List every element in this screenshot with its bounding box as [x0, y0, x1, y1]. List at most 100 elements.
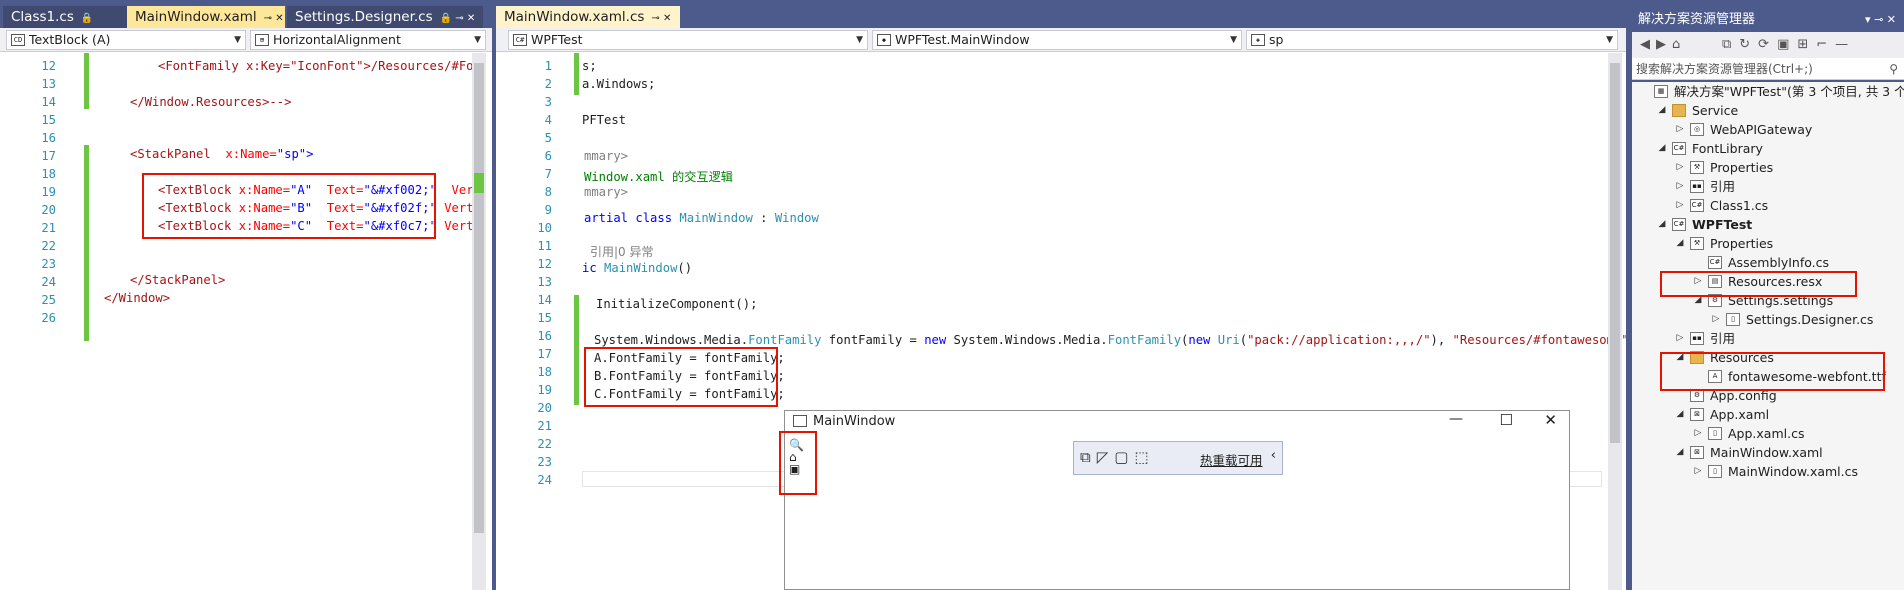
line-number: 15 [41, 113, 56, 127]
solution-explorer-title: 解决方案资源管理器 ▾ ⊸ ✕ [1632, 8, 1904, 32]
line-number: 8 [544, 185, 552, 199]
solution-search-input[interactable]: 搜索解决方案资源管理器(Ctrl+;) ⚲ [1632, 58, 1904, 80]
tree-expander-icon[interactable]: ▷ [1692, 424, 1704, 443]
tab-class1[interactable]: Class1.cs 🔒 [3, 6, 127, 28]
cs-line-6: mmary> [584, 149, 629, 163]
member-dropdown[interactable]: ⊞ HorizontalAlignment ▼ [250, 30, 486, 50]
tree-item[interactable]: ◢ ⚒ Properties [1632, 234, 1904, 253]
type-dropdown[interactable]: ◆ WPFTest.MainWindow ▼ [872, 30, 1242, 50]
back-forward-home-icons[interactable]: ◀▶⌂ [1640, 37, 1686, 52]
line-number: 10 [537, 221, 552, 235]
hot-reload-status[interactable]: 热重载可用 [1200, 450, 1263, 469]
line-number: 23 [537, 455, 552, 469]
line-number: 16 [537, 329, 552, 343]
tree-item[interactable]: ◢ ⊠ MainWindow.xaml [1632, 443, 1904, 462]
cs-line-2: a.Windows; [582, 77, 656, 91]
cs-tab-bar: MainWindow.xaml.cs ⊸ ✕ [496, 0, 1626, 28]
project-icon: C# [513, 34, 527, 46]
line-number: 23 [41, 257, 56, 271]
tree-item[interactable]: ◢ ⊠ App.xaml [1632, 405, 1904, 424]
line-number: 18 [41, 167, 56, 181]
minimize-button[interactable]: — [1449, 411, 1463, 427]
cs-icon: C# [1672, 218, 1686, 231]
xaml-tab-bar: Class1.cs 🔒 MainWindow.xaml ⊸ ✕ Settings.D… [0, 0, 492, 28]
runtime-tool-icons[interactable]: ⧉◸▢⬚ [1080, 448, 1155, 466]
project-dropdown[interactable]: C# WPFTest ▼ [508, 30, 868, 50]
highlight-fontfamily-assign [584, 347, 778, 407]
pin-close-icon[interactable]: ⊸ ✕ [651, 13, 671, 24]
line-number: 16 [41, 131, 56, 145]
collapse-chevron-icon[interactable]: ‹ [1271, 448, 1276, 463]
line-number: 19 [537, 383, 552, 397]
line-number: 7 [544, 167, 552, 181]
tree-item[interactable]: ▷ ▯ Settings.Designer.cs [1632, 310, 1904, 329]
tree-item[interactable]: ▷ C# Class1.cs [1632, 196, 1904, 215]
xaml-code-area[interactable]: <FontFamily x:Key="IconFont">/Resources/… [0, 53, 492, 590]
scroll-thumb[interactable] [474, 63, 484, 533]
csfile-icon: C# [1690, 199, 1704, 212]
tree-item[interactable]: ◢ C# WPFTest [1632, 215, 1904, 234]
tree-expander-icon[interactable]: ◢ [1674, 234, 1686, 253]
tree-item[interactable]: ▷ ▪▪ 引用 [1632, 329, 1904, 348]
scroll-thumb[interactable] [1610, 63, 1620, 443]
mainwindow-title: MainWindow [813, 414, 896, 429]
tree-expander-icon[interactable]: ▷ [1674, 158, 1686, 177]
tree-expander-icon[interactable]: ▷ [1710, 310, 1722, 329]
tree-expander-icon[interactable]: ◢ [1656, 215, 1668, 234]
change-bar [574, 53, 579, 95]
tree-expander-icon[interactable]: ▷ [1674, 120, 1686, 139]
code-line-25: </Window> [104, 291, 171, 305]
class-icon: ◆ [877, 34, 891, 46]
tree-item-label: MainWindow.xaml [1710, 445, 1823, 460]
tree-expander-icon[interactable]: ◢ [1674, 443, 1686, 462]
tree-expander-icon[interactable]: ◢ [1656, 101, 1668, 120]
codelens-references[interactable]: 引用|0 异常 [590, 243, 654, 260]
pin-close-icon[interactable]: ⊸ ✕ [264, 13, 284, 24]
tree-item[interactable]: ◢ Service [1632, 101, 1904, 120]
chevron-down-icon: ▼ [234, 35, 241, 45]
member-dropdown-cs[interactable]: ◈ sp ▼ [1246, 30, 1618, 50]
cs-vertical-scrollbar[interactable] [1608, 53, 1622, 590]
chevron-down-icon: ▼ [1606, 35, 1613, 45]
cs-nav-bar: C# WPFTest ▼ ◆ WPFTest.MainWindow ▼ ◈ sp ▼ [496, 28, 1626, 52]
tree-expander-icon[interactable]: ◢ [1656, 139, 1668, 158]
element-icon: CD [11, 34, 25, 46]
tree-item[interactable]: ▦ 解决方案"WPFTest"(第 3 个项目, 共 3 个) [1632, 82, 1904, 101]
lock-pin-close-icon[interactable]: 🔒 ⊸ ✕ [440, 13, 476, 24]
close-button[interactable]: ✕ [1544, 411, 1557, 429]
tree-expander-icon[interactable]: ◢ [1674, 405, 1686, 424]
tree-expander-icon[interactable]: ▷ [1674, 177, 1686, 196]
tree-item[interactable]: ▷ ▯ MainWindow.xaml.cs [1632, 462, 1904, 481]
tree-expander-icon[interactable]: ▷ [1692, 462, 1704, 481]
tree-item[interactable]: ▷ ◎ WebAPIGateway [1632, 120, 1904, 139]
toolbar-tool-icons[interactable]: ⧉↻⟳▣⊞⌐— [1722, 37, 1856, 52]
line-number: 3 [544, 95, 552, 109]
solution-toolbar: ◀▶⌂ ⧉↻⟳▣⊞⌐— [1632, 32, 1904, 58]
tree-item-label: App.xaml [1710, 407, 1770, 422]
line-number: 4 [544, 113, 552, 127]
property-icon: ⊞ [255, 34, 269, 46]
element-dropdown[interactable]: CD TextBlock (A) ▼ [6, 30, 246, 50]
tree-item[interactable]: ▷ ▪▪ 引用 [1632, 177, 1904, 196]
tab-mainwindow-xaml-cs[interactable]: MainWindow.xaml.cs ⊸ ✕ [496, 6, 680, 28]
tree-item[interactable]: ▷ ▯ App.xaml.cs [1632, 424, 1904, 443]
line-number: 22 [537, 437, 552, 451]
line-number: 19 [41, 185, 56, 199]
tree-item-label: FontLibrary [1692, 141, 1763, 156]
maximize-button[interactable]: ☐ [1500, 411, 1513, 429]
tree-expander-icon[interactable]: ▷ [1674, 329, 1686, 348]
tree-item-label: 解决方案"WPFTest"(第 3 个项目, 共 3 个) [1674, 84, 1904, 99]
tab-settings-designer[interactable]: Settings.Designer.cs 🔒 ⊸ ✕ [287, 6, 483, 28]
line-number: 15 [537, 311, 552, 325]
tree-item[interactable]: ▷ ⚒ Properties [1632, 158, 1904, 177]
cs-line-4: PFTest [582, 113, 627, 127]
tree-item[interactable]: ◢ C# FontLibrary [1632, 139, 1904, 158]
tree-item[interactable]: C# AssemblyInfo.cs [1632, 253, 1904, 272]
tree-expander-icon[interactable]: ▷ [1674, 196, 1686, 215]
change-bar [84, 145, 89, 341]
window-controls-icon[interactable]: ▾ ⊸ ✕ [1865, 8, 1896, 32]
tab-mainwindow-xaml[interactable]: MainWindow.xaml ⊸ ✕ [127, 6, 285, 28]
line-number: 13 [537, 275, 552, 289]
xaml-vertical-scrollbar[interactable] [472, 53, 486, 590]
tree-item-label: Settings.Designer.cs [1746, 312, 1874, 327]
